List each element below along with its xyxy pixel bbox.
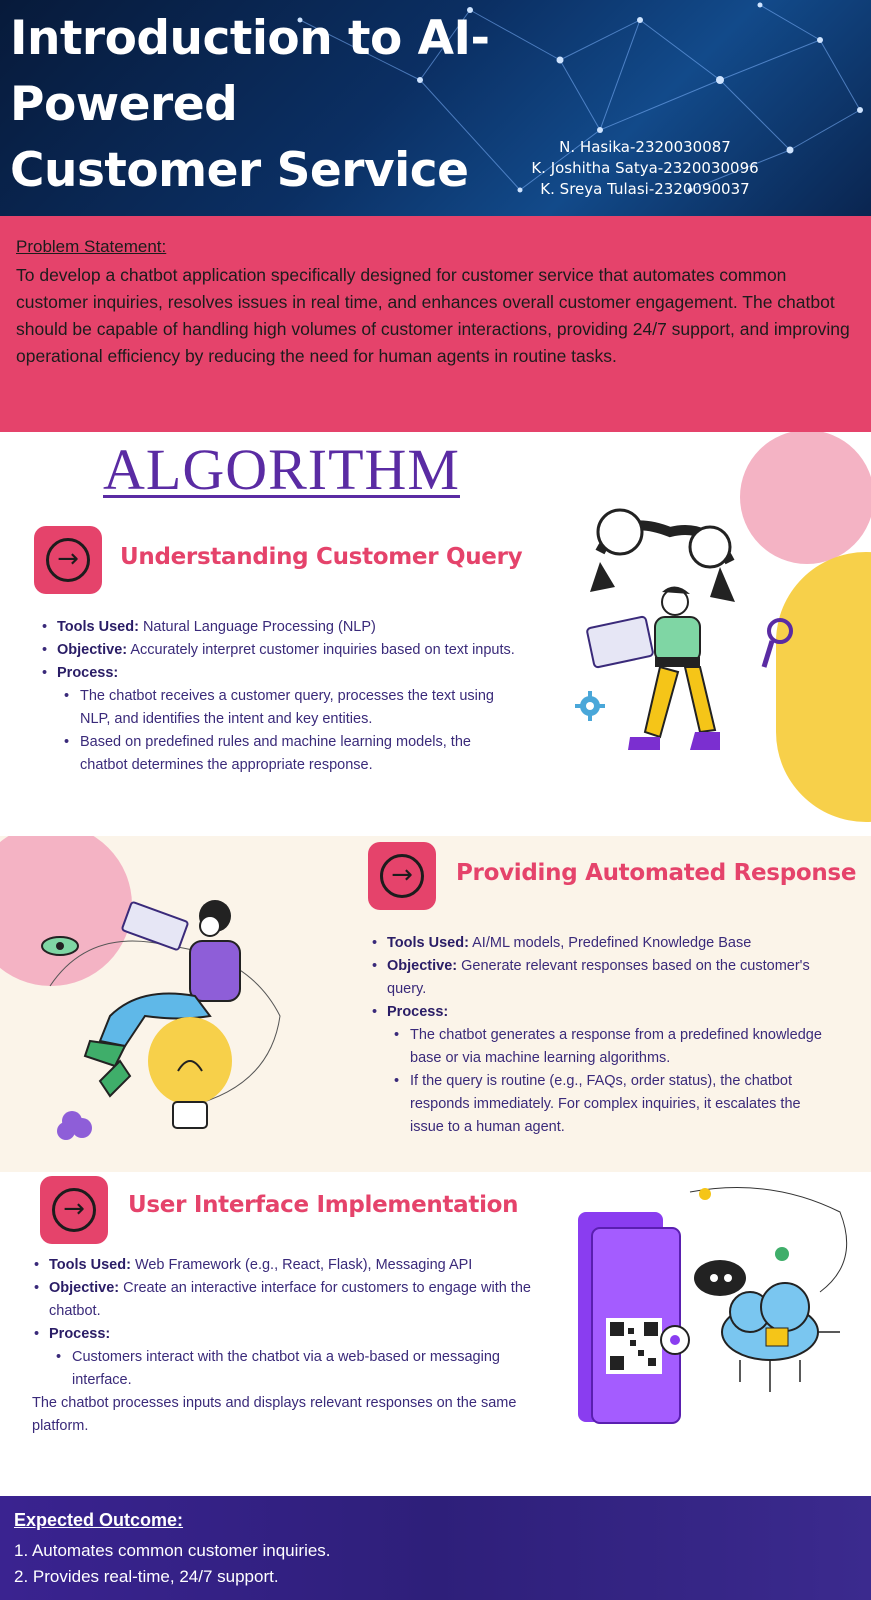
step-1-process-item-1: The chatbot receives a customer query, p… (40, 685, 520, 731)
step-2-arrow-badge: → (368, 842, 436, 910)
arrow-glyph: → (391, 860, 413, 890)
problem-statement-section: Problem Statement: To develop a chatbot … (0, 216, 871, 432)
step-2-objective: Objective: Generate relevant responses b… (370, 955, 830, 1001)
step-3-tools: Tools Used: Web Framework (e.g., React, … (32, 1254, 532, 1277)
step-3-title: User Interface Implementation (128, 1192, 519, 1218)
step-1-process-item-2: Based on predefined rules and machine le… (40, 731, 520, 777)
author-list: N. Hasika-2320030087 K. Joshitha Satya-2… (505, 137, 785, 200)
outcome-item-2: 2. Provides real-time, 24/7 support. (14, 1567, 279, 1586)
algorithm-step-3-section: → User Interface Implementation Tools Us… (0, 1172, 871, 1496)
header-banner: Introduction to AI-Powered Customer Serv… (0, 0, 871, 216)
step-3-process: Process: (32, 1323, 532, 1346)
step-1-tools: Tools Used: Natural Language Processing … (40, 616, 520, 639)
step-2-process-item-2: If the query is routine (e.g., FAQs, ord… (370, 1070, 830, 1139)
step-1-title: Understanding Customer Query (120, 544, 523, 570)
step-2-details: Tools Used: AI/ML models, Predefined Kno… (370, 932, 830, 1139)
step-1-arrow-badge: → (34, 526, 102, 594)
step-1-details: Tools Used: Natural Language Processing … (40, 616, 520, 777)
woman-tablet-illustration (41, 900, 281, 1140)
arrow-glyph: → (63, 1194, 85, 1224)
step-2-process: Process: (370, 1001, 830, 1024)
author-1: N. Hasika-2320030087 (559, 138, 731, 156)
step-3-objective: Objective: Create an interactive interfa… (32, 1277, 532, 1323)
step-3-arrow-badge: → (40, 1176, 108, 1244)
step-2-title: Providing Automated Response (456, 860, 857, 886)
problem-statement-heading: Problem Statement: (16, 237, 167, 256)
problem-statement-text: To develop a chatbot application specifi… (16, 265, 850, 366)
expected-outcome-section: Expected Outcome: 1. Automates common cu… (0, 1496, 871, 1600)
step-1-process: Process: (40, 662, 520, 685)
step-1-objective: Objective: Accurately interpret customer… (40, 639, 520, 662)
step-3-process-item-1: Customers interact with the chatbot via … (32, 1346, 532, 1392)
gear-icon (575, 691, 605, 721)
author-3: K. Sreya Tulasi-2320090037 (540, 180, 750, 198)
author-2: K. Joshitha Satya-2320030096 (531, 159, 759, 177)
arrow-glyph: → (57, 544, 79, 574)
step-2-process-item-1: The chatbot generates a response from a … (370, 1024, 830, 1070)
algorithm-step-2-section: → Providing Automated Response Tools Use… (0, 836, 871, 1172)
algorithm-step-1-section: ALGORITHM → Understanding Customer Query… (0, 432, 871, 836)
expected-outcome-heading: Expected Outcome: (14, 1510, 184, 1530)
phone-qr-illustration (578, 1187, 848, 1424)
algorithm-title: ALGORITHM (103, 437, 460, 502)
step-2-tools: Tools Used: AI/ML models, Predefined Kno… (370, 932, 830, 955)
step-3-note: The chatbot processes inputs and display… (32, 1395, 517, 1434)
step-3-details: Tools Used: Web Framework (e.g., React, … (32, 1254, 532, 1438)
outcome-item-1: 1. Automates common customer inquiries. (14, 1541, 331, 1560)
magnifier-icon (761, 618, 793, 668)
poster-title: Introduction to AI-Powered Customer Serv… (10, 11, 490, 216)
